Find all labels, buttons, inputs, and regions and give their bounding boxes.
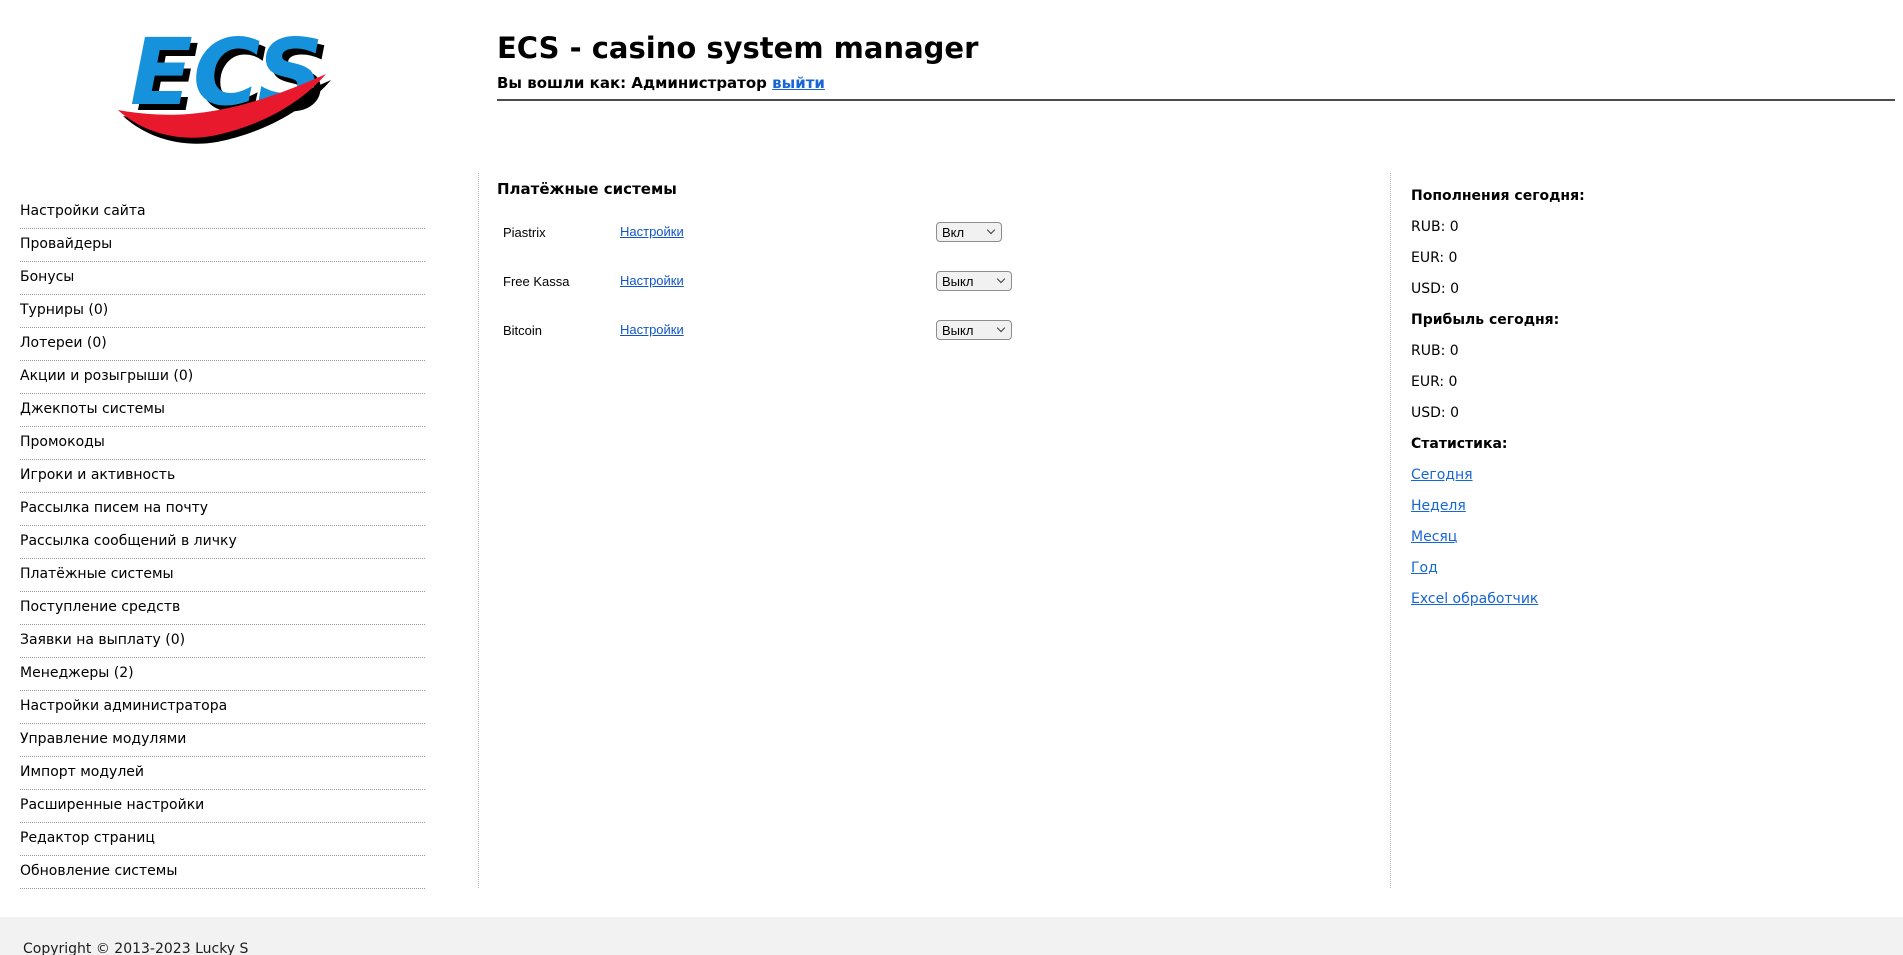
sidebar-item-payout-requests[interactable]: Заявки на выплату (0)	[20, 625, 425, 658]
sidebar-item-jackpots[interactable]: Джекпоты системы	[20, 394, 425, 427]
sidebar-item-providers[interactable]: Провайдеры	[20, 229, 425, 262]
payment-systems-panel: Платёжные системы Piastrix Настройки Вкл…	[497, 182, 1367, 369]
stats-month-link[interactable]: Месяц	[1411, 529, 1457, 545]
payment-name: Piastrix	[503, 224, 546, 240]
payment-name: Bitcoin	[503, 322, 543, 338]
freekassa-state-select[interactable]: Выкл	[936, 271, 1012, 291]
sidebar-menu: Настройки сайта Провайдеры Бонусы Турнир…	[20, 196, 425, 889]
payment-row-bitcoin: Bitcoin Настройки Выкл	[497, 320, 1367, 340]
sidebar-item-email-mailing[interactable]: Рассылка писем на почту	[20, 493, 425, 526]
logout-link[interactable]: выйти	[772, 74, 825, 92]
deposits-usd: USD: 0	[1411, 281, 1459, 297]
sidebar-item-players[interactable]: Игроки и активность	[20, 460, 425, 493]
payment-systems-heading: Платёжные системы	[497, 180, 677, 198]
sidebar-item-advanced[interactable]: Расширенные настройки	[20, 790, 425, 823]
header-divider	[497, 99, 1895, 101]
sidebar-item-incoming-funds[interactable]: Поступление средств	[20, 592, 425, 625]
sidebar-item-tournaments[interactable]: Турниры (0)	[20, 295, 425, 328]
stats-panel: Пополнения сегодня: RUB: 0 EUR: 0 USD: 0…	[1411, 188, 1691, 622]
footer: Copyright © 2013-2023 Lucky S	[0, 917, 1903, 955]
sidebar-item-promotions[interactable]: Акции и розыгрыши (0)	[20, 361, 425, 394]
sidebar-item-payment-systems[interactable]: Платёжные системы	[20, 559, 425, 592]
payment-name: Free Kassa	[503, 273, 570, 289]
sidebar-item-page-editor[interactable]: Редактор страниц	[20, 823, 425, 856]
bitcoin-state-select[interactable]: Выкл	[936, 320, 1012, 340]
stats-year-link[interactable]: Год	[1411, 560, 1438, 576]
stats-today-link[interactable]: Сегодня	[1411, 467, 1473, 483]
payment-systems-list: Piastrix Настройки Вкл Free Kassa Настро…	[497, 222, 1367, 340]
sidebar-item-managers[interactable]: Менеджеры (2)	[20, 658, 425, 691]
stats-week-link[interactable]: Неделя	[1411, 498, 1466, 514]
piastrix-settings-link[interactable]: Настройки	[620, 224, 684, 239]
sidebar-item-promocodes[interactable]: Промокоды	[20, 427, 425, 460]
ecs-logo: ECS ECS	[112, 16, 332, 144]
statistics-header: Статистика:	[1411, 436, 1508, 452]
bitcoin-settings-link[interactable]: Настройки	[620, 322, 684, 337]
sidebar-item-system-update[interactable]: Обновление системы	[20, 856, 425, 889]
sidebar-item-pm-mailing[interactable]: Рассылка сообщений в личку	[20, 526, 425, 559]
profit-today-header: Прибыль сегодня:	[1411, 312, 1560, 328]
sidebar-item-site-settings[interactable]: Настройки сайта	[20, 196, 425, 229]
profit-eur: EUR: 0	[1411, 374, 1458, 390]
sidebar-item-bonuses[interactable]: Бонусы	[20, 262, 425, 295]
payment-row-piastrix: Piastrix Настройки Вкл	[497, 222, 1367, 242]
sidebar-item-module-control[interactable]: Управление модулями	[20, 724, 425, 757]
deposits-rub: RUB: 0	[1411, 219, 1459, 235]
piastrix-state-select[interactable]: Вкл	[936, 222, 1002, 242]
sidebar-item-module-import[interactable]: Импорт модулей	[20, 757, 425, 790]
login-status: Вы вошли как: Администратор выйти	[497, 74, 1895, 92]
profit-rub: RUB: 0	[1411, 343, 1459, 359]
sidebar-item-admin-settings[interactable]: Настройки администратора	[20, 691, 425, 724]
deposits-today-header: Пополнения сегодня:	[1411, 188, 1585, 204]
deposits-eur: EUR: 0	[1411, 250, 1458, 266]
page-title: ECS - casino system manager	[497, 31, 979, 65]
header: ECS - casino system manager Вы вошли как…	[497, 31, 1895, 101]
freekassa-settings-link[interactable]: Настройки	[620, 273, 684, 288]
sidebar-item-lotteries[interactable]: Лотереи (0)	[20, 328, 425, 361]
login-status-text: Вы вошли как: Администратор	[497, 74, 767, 92]
copyright-text: Copyright © 2013-2023 Lucky S	[23, 941, 249, 955]
content-right-divider	[1390, 173, 1391, 888]
payment-row-freekassa: Free Kassa Настройки Выкл	[497, 271, 1367, 291]
content-left-divider	[478, 173, 479, 888]
profit-usd: USD: 0	[1411, 405, 1459, 421]
stats-excel-link[interactable]: Excel обработчик	[1411, 591, 1538, 607]
